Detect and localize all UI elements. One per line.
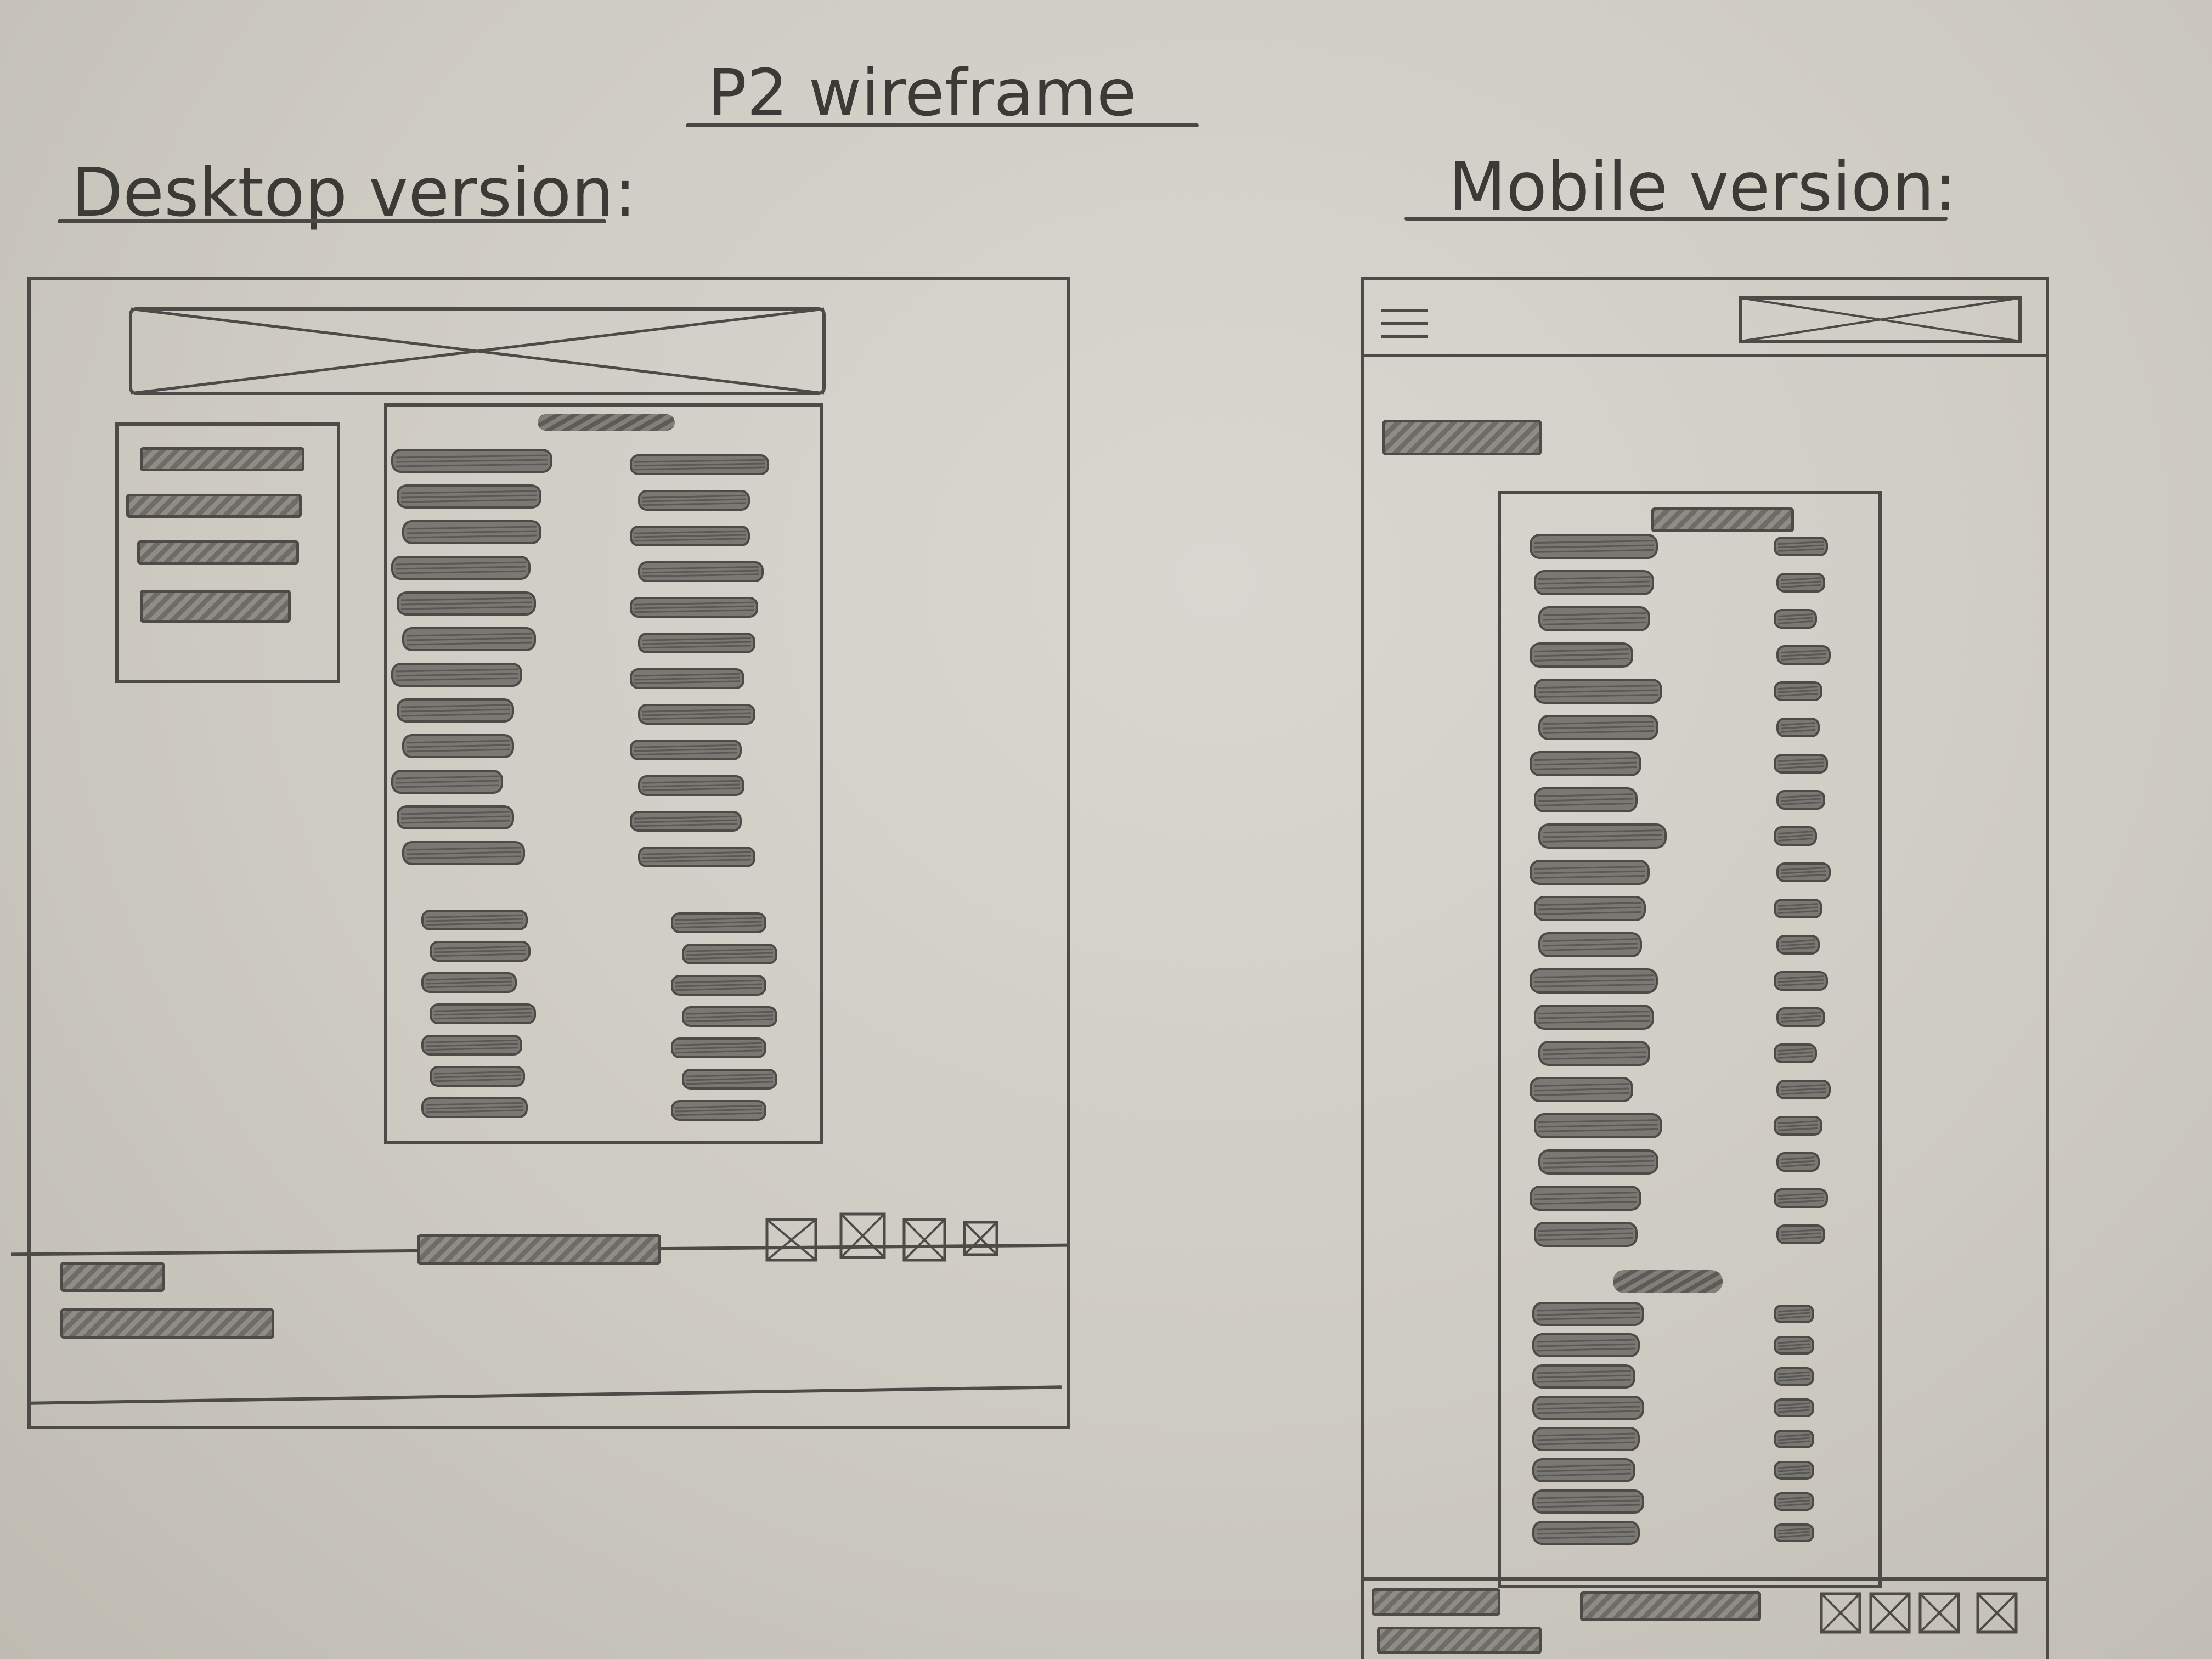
social-icon[interactable] (1820, 1592, 1861, 1634)
social-icon[interactable] (1918, 1592, 1960, 1634)
mobile-social-icons (1820, 1592, 2018, 1634)
social-icon[interactable] (1869, 1592, 1911, 1634)
social-icon[interactable] (1976, 1592, 2018, 1634)
